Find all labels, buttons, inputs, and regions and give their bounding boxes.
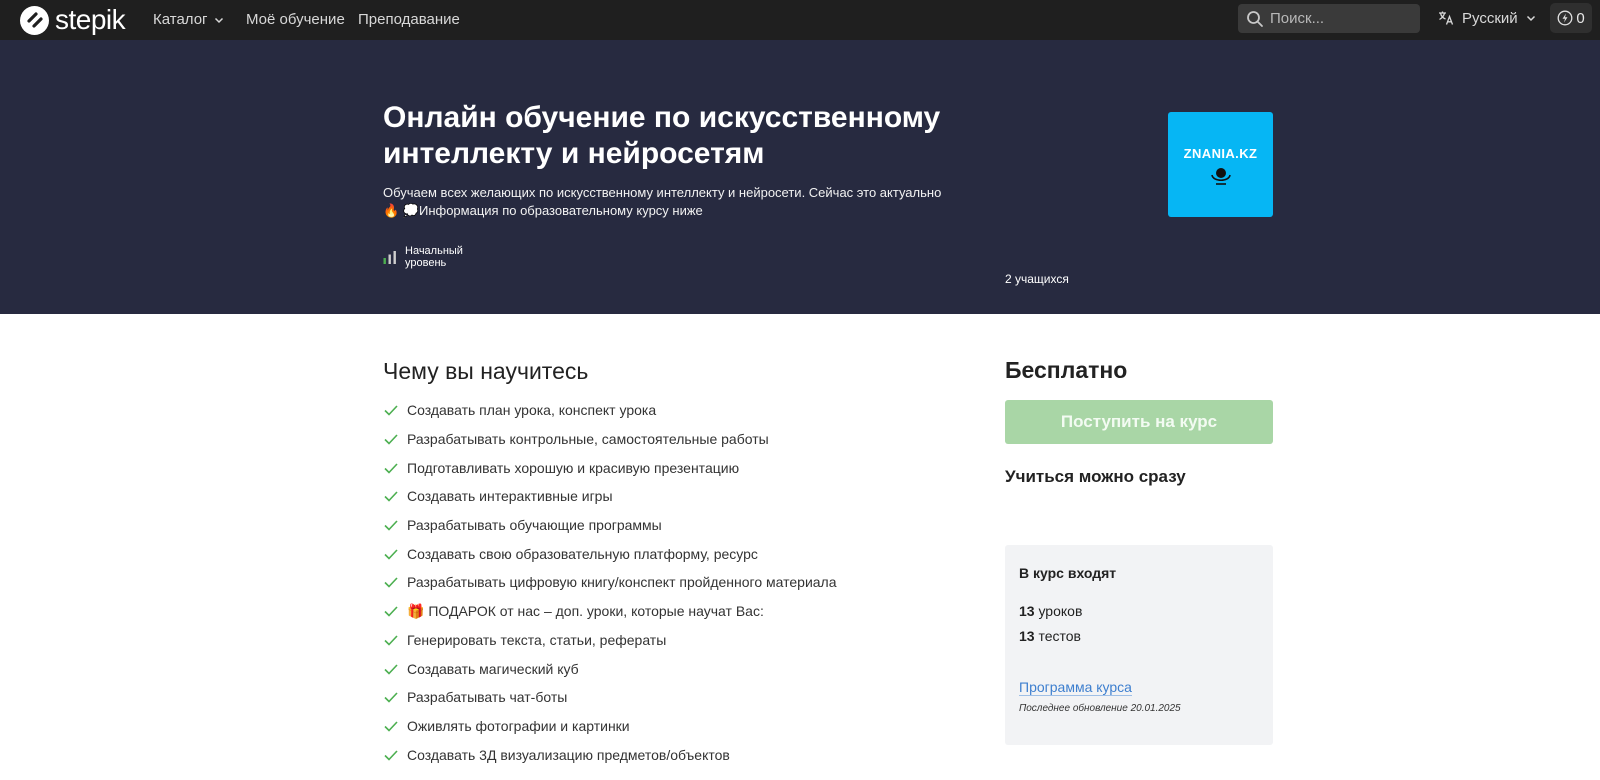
list-item-text: Разрабатывать цифровую книгу/конспект пр… [407, 574, 837, 591]
list-item: Создавать магический куб [383, 654, 837, 683]
list-item-text: Создавать свою образовательную платформу… [407, 545, 758, 562]
level-bars-icon [383, 251, 396, 264]
brand-name: stepik [55, 4, 126, 35]
tests-count: 13 [1019, 628, 1035, 644]
check-icon [384, 692, 398, 703]
check-icon [384, 520, 398, 531]
course-title: Онлайн обучение по искусственному интелл… [383, 101, 941, 170]
start-now-label: Учиться можно сразу [1005, 467, 1186, 486]
nav-catalog[interactable]: Каталог [153, 0, 224, 40]
learn-section-title: Чему вы научитесь [383, 358, 589, 384]
search-box[interactable] [1238, 4, 1420, 33]
course-description: Обучаем всех желающих по искусственному … [383, 185, 942, 218]
list-item-text: Разрабатывать контрольные, самостоятельн… [407, 431, 769, 448]
course-cover: ZNANIA.KZ [1168, 112, 1273, 217]
chevron-down-icon [1526, 15, 1535, 22]
check-icon [384, 463, 398, 474]
list-item: Разрабатывать чат-боты [383, 683, 837, 712]
check-icon [384, 750, 398, 761]
list-item: Разрабатывать цифровую книгу/конспект пр… [383, 568, 837, 597]
list-item-text: Создавать магический куб [407, 660, 579, 677]
enroll-button[interactable]: Поступить на курс [1005, 400, 1273, 444]
list-item-text: Подготавливать хорошую и красивую презен… [407, 459, 740, 476]
search-icon [1247, 10, 1263, 27]
learn-list: Создавать план урока, конспект урока Раз… [383, 396, 837, 769]
list-item-text: Создавать интерактивные игры [407, 488, 613, 505]
nav-teaching[interactable]: Преподавание [358, 0, 460, 40]
stepik-logo-icon [20, 5, 49, 35]
program-link[interactable]: Программа курса [1019, 679, 1132, 696]
lessons-stat: 13 уроков [1019, 603, 1082, 619]
list-item: Генерировать текста, статьи, рефераты [383, 626, 837, 655]
list-item: Создавать 3Д визуализацию предметов/объе… [383, 740, 837, 769]
translate-icon [1439, 11, 1454, 25]
list-item-text: Создавать 3Д визуализацию предметов/объе… [407, 746, 730, 763]
list-item: Разрабатывать контрольные, самостоятельн… [383, 425, 837, 454]
person-globe-icon [1210, 168, 1231, 185]
list-item-text: 🎁 ПОДАРОК от нас – доп. уроки, которые н… [407, 602, 764, 619]
lessons-count: 13 [1019, 603, 1035, 619]
check-icon [384, 491, 398, 503]
list-item-text: Оживлять фотографии и картинки [407, 717, 630, 734]
level-label: Начальный уровень [405, 245, 463, 269]
chevron-down-icon [214, 17, 223, 24]
check-icon [384, 635, 398, 646]
check-icon [384, 577, 398, 589]
list-item: 🎁 ПОДАРОК от нас – доп. уроки, которые н… [383, 597, 837, 626]
top-nav: stepik Каталог Моё обучение Преподавание… [0, 0, 1600, 40]
list-item: Разрабатывать обучающие программы [383, 511, 837, 540]
check-icon [384, 663, 398, 675]
nav-my-learning[interactable]: Моё обучение [246, 0, 345, 40]
check-icon [384, 721, 398, 732]
includes-title: В курс входят [1019, 565, 1117, 581]
tests-label: тестов [1038, 628, 1081, 644]
stepik-logo[interactable]: stepik [20, 4, 126, 36]
nav-teaching-label: Преподавание [358, 11, 460, 28]
list-item-text: Разрабатывать обучающие программы [407, 517, 662, 534]
check-icon [384, 549, 398, 560]
energy-count: 0 [1576, 9, 1585, 27]
list-item-text: Разрабатывать чат-боты [407, 689, 568, 706]
nav-catalog-label: Каталог [153, 11, 208, 28]
check-icon [384, 405, 398, 416]
check-icon [384, 434, 398, 445]
tests-stat: 13 тестов [1019, 628, 1081, 644]
language-label: Русский [1462, 9, 1518, 27]
check-icon [384, 606, 398, 617]
lessons-label: уроков [1038, 603, 1083, 619]
list-item-text: Создавать план урока, конспект урока [407, 402, 657, 419]
list-item: Создавать интерактивные игры [383, 482, 837, 511]
course-hero: Онлайн обучение по искусственному интелл… [0, 40, 1600, 314]
list-item: Создавать свою образовательную платформу… [383, 539, 837, 568]
last-update: Последнее обновление 20.01.2025 [1019, 703, 1181, 714]
language-selector[interactable]: Русский [1438, 0, 1536, 36]
energy-button[interactable]: 0 [1550, 3, 1592, 33]
search-input[interactable] [1270, 10, 1410, 27]
energy-icon [1557, 10, 1573, 26]
course-level: Начальный уровень [383, 245, 485, 269]
nav-my-learning-label: Моё обучение [246, 11, 345, 28]
list-item: Подготавливать хорошую и красивую презен… [383, 453, 837, 482]
course-price: Бесплатно [1005, 357, 1128, 383]
course-cover-text: ZNANIA.KZ [1183, 146, 1258, 161]
course-includes-box: В курс входят 13 уроков 13 тестов Програ… [1005, 545, 1273, 745]
students-count: 2 учащихся [1005, 272, 1069, 286]
list-item: Создавать план урока, конспект урока [383, 396, 837, 425]
list-item-text: Генерировать текста, статьи, рефераты [407, 631, 667, 648]
list-item: Оживлять фотографии и картинки [383, 712, 837, 741]
